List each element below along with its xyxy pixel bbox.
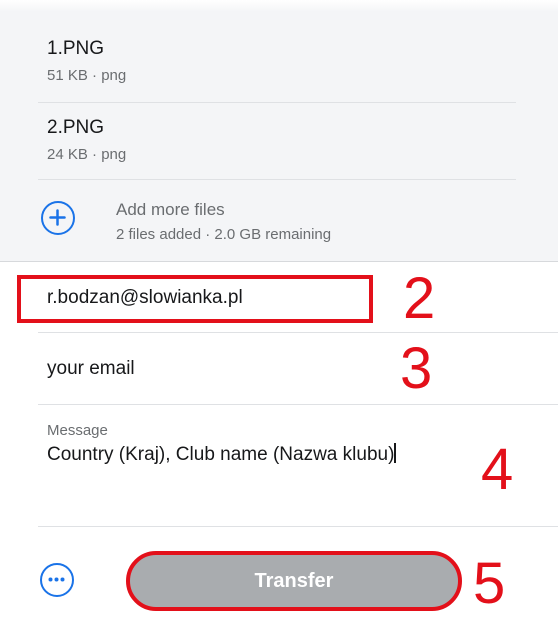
annotation-number: 4: [481, 437, 514, 502]
annotation-box: [17, 275, 373, 323]
divider: [38, 526, 558, 527]
file-name: 1.PNG: [47, 38, 105, 59]
add-more-files-label: Add more files: [116, 200, 225, 219]
text-cursor: [394, 443, 396, 463]
annotation-number: 5: [473, 551, 506, 616]
divider: [38, 102, 516, 103]
ellipsis-icon: [48, 577, 65, 582]
top-fade: [0, 0, 558, 12]
sender-email-placeholder: your email: [47, 358, 135, 379]
file-meta: 24 KB · png: [47, 146, 127, 163]
divider: [38, 404, 558, 405]
plus-circle-icon[interactable]: [41, 201, 75, 235]
file-item[interactable]: 2.PNG 24 KB · png: [47, 117, 509, 173]
message-text[interactable]: Country (Kraj), Club name (Nazwa klubu): [47, 443, 477, 466]
message-value: Country (Kraj), Club name (Nazwa klubu): [47, 444, 395, 465]
more-options-button[interactable]: [40, 563, 74, 597]
message-label: Message: [47, 422, 108, 439]
divider: [38, 179, 516, 180]
transfer-label: Transfer: [254, 569, 334, 592]
transfer-button[interactable]: Transfer: [126, 551, 462, 611]
annotation-number: 2: [403, 266, 436, 331]
add-more-files-button[interactable]: Add more files 2 files added · 2.0 GB re…: [38, 190, 516, 250]
file-meta: 51 KB · png: [47, 67, 127, 84]
file-list-panel: 1.PNG 51 KB · png 2.PNG 24 KB · png Add …: [0, 0, 558, 261]
file-name: 2.PNG: [47, 117, 105, 138]
file-item[interactable]: 1.PNG 51 KB · png: [47, 38, 509, 94]
sender-email-field[interactable]: your email: [38, 335, 558, 395]
files-added-status: 2 files added · 2.0 GB remaining: [116, 226, 332, 243]
divider: [38, 332, 558, 333]
divider: [0, 261, 558, 262]
annotation-number: 3: [400, 336, 433, 401]
